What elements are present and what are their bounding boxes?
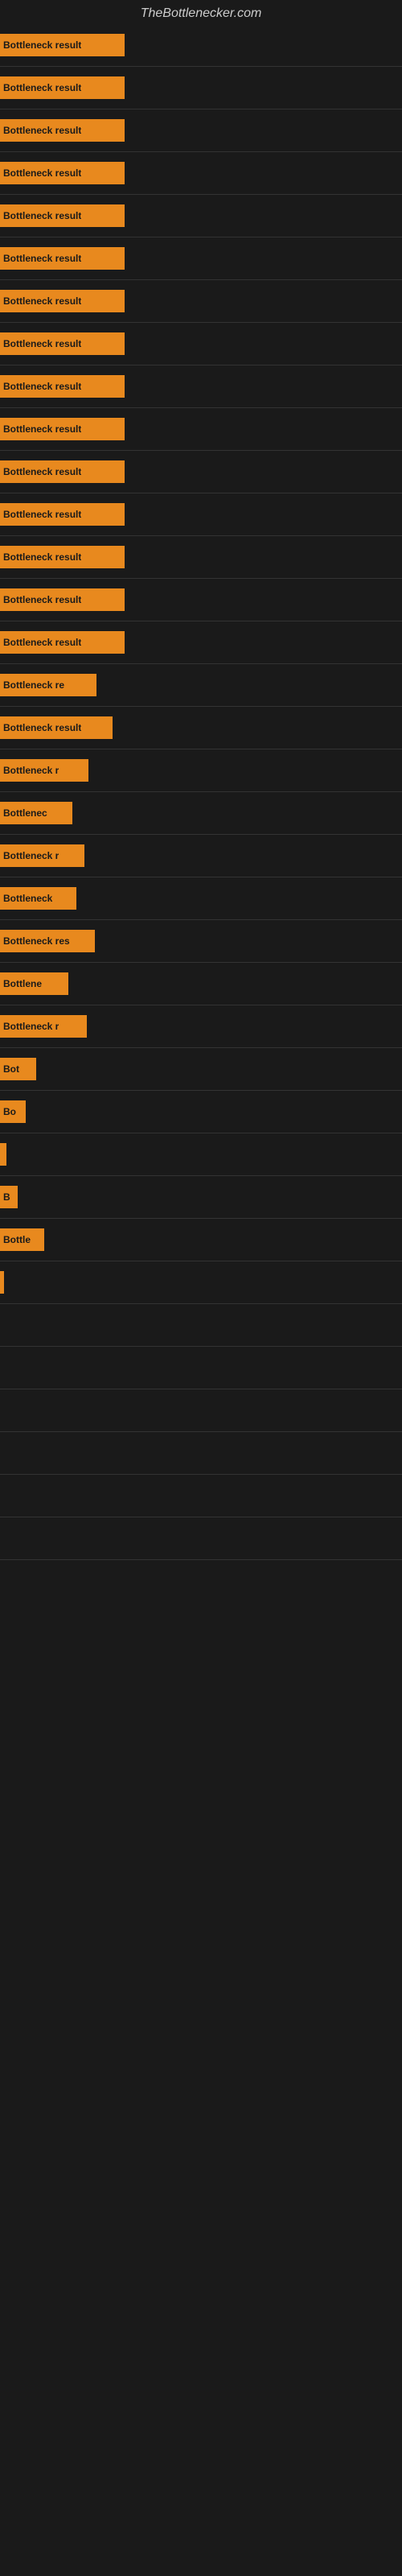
bar-row: Bottleneck res	[0, 920, 402, 962]
bar-row: Bottleneck result	[0, 109, 402, 151]
bottleneck-bar[interactable]: B	[0, 1186, 18, 1208]
bar-row: Bottleneck result	[0, 67, 402, 109]
bottleneck-bar[interactable]: Bo	[0, 1100, 26, 1123]
bar-row: Bottleneck result	[0, 408, 402, 450]
bar-row: Bottleneck result	[0, 451, 402, 493]
bar-label: Bottleneck result	[3, 551, 81, 563]
bar-row: Bottleneck result	[0, 237, 402, 279]
bar-label: Bottleneck result	[3, 381, 81, 392]
bar-label: Bo	[3, 1106, 16, 1117]
bar-label: Bottlenec	[3, 807, 47, 819]
bottleneck-bar[interactable]: Bottleneck result	[0, 34, 125, 56]
bar-row: Bottleneck r	[0, 835, 402, 877]
bar-row	[0, 1389, 402, 1431]
bottleneck-bar[interactable]	[0, 1271, 4, 1294]
bottleneck-bar[interactable]: Bottlenec	[0, 802, 72, 824]
bar-row: Bottleneck r	[0, 1005, 402, 1047]
bar-label: Bottleneck res	[3, 935, 70, 947]
bar-row: Bottleneck result	[0, 195, 402, 237]
bar-row	[0, 1475, 402, 1517]
bar-row: Bot	[0, 1048, 402, 1090]
bar-row: Bottleneck result	[0, 579, 402, 621]
bottleneck-bar[interactable]: Bottleneck result	[0, 375, 125, 398]
bar-row: Bottleneck result	[0, 707, 402, 749]
bottleneck-bar[interactable]: Bot	[0, 1058, 36, 1080]
bottleneck-bar[interactable]: Bottleneck result	[0, 290, 125, 312]
bar-label: Bottleneck result	[3, 423, 81, 435]
bar-label: Bottleneck result	[3, 509, 81, 520]
bar-row: Bottle	[0, 1219, 402, 1261]
bar-label: Bottleneck result	[3, 594, 81, 605]
bottleneck-bar[interactable]: Bottleneck res	[0, 930, 95, 952]
bottleneck-bar[interactable]: Bottleneck	[0, 887, 76, 910]
bottleneck-bar[interactable]: Bottleneck r	[0, 759, 88, 782]
bar-label: Bottlene	[3, 978, 42, 989]
bottleneck-bar[interactable]: Bottlene	[0, 972, 68, 995]
bottleneck-bar[interactable]: Bottleneck result	[0, 247, 125, 270]
bar-label: Bottleneck r	[3, 1021, 59, 1032]
bar-label: Bottleneck result	[3, 82, 81, 93]
bottleneck-bar[interactable]: Bottleneck result	[0, 332, 125, 355]
bars-container: Bottleneck result Bottleneck result Bottle…	[0, 24, 402, 1560]
bar-row	[0, 1347, 402, 1389]
bottleneck-bar[interactable]: Bottleneck r	[0, 1015, 87, 1038]
bottleneck-bar[interactable]: Bottleneck result	[0, 76, 125, 99]
bottleneck-bar[interactable]: Bottleneck result	[0, 162, 125, 184]
bar-label: Bottleneck result	[3, 295, 81, 307]
row-divider	[0, 1559, 402, 1560]
bar-label: Bottleneck result	[3, 39, 81, 51]
bar-row: Bottleneck r	[0, 749, 402, 791]
bottleneck-bar[interactable]: Bottleneck result	[0, 460, 125, 483]
bottleneck-bar[interactable]: Bottleneck r	[0, 844, 84, 867]
bottleneck-bar[interactable]: Bottle	[0, 1228, 44, 1251]
bottleneck-bar[interactable]: Bottleneck result	[0, 119, 125, 142]
bottleneck-bar[interactable]: Bottleneck result	[0, 631, 125, 654]
bar-label: Bottleneck result	[3, 125, 81, 136]
bar-label: Bottle	[3, 1234, 31, 1245]
bar-label: Bottleneck result	[3, 722, 81, 733]
bar-row: Bo	[0, 1091, 402, 1133]
bar-row: Bottleneck result	[0, 280, 402, 322]
bar-label: Bottleneck r	[3, 850, 59, 861]
bar-label: Bottleneck	[3, 893, 52, 904]
bar-row: Bottleneck result	[0, 323, 402, 365]
site-title: TheBottlenecker.com	[0, 0, 402, 24]
bar-label: B	[3, 1191, 10, 1203]
bar-row: Bottleneck result	[0, 365, 402, 407]
bar-label: Bottleneck re	[3, 679, 64, 691]
bar-label: Bottleneck result	[3, 466, 81, 477]
bottleneck-bar[interactable]	[0, 1143, 6, 1166]
bar-row: Bottleneck result	[0, 621, 402, 663]
bar-row	[0, 1261, 402, 1303]
bar-label: Bot	[3, 1063, 19, 1075]
bottleneck-bar[interactable]: Bottleneck result	[0, 716, 113, 739]
bar-row: B	[0, 1176, 402, 1218]
bar-row	[0, 1133, 402, 1175]
bottleneck-bar[interactable]: Bottleneck result	[0, 503, 125, 526]
bar-row: Bottleneck re	[0, 664, 402, 706]
bar-label: Bottleneck result	[3, 253, 81, 264]
bottleneck-bar[interactable]: Bottleneck result	[0, 418, 125, 440]
bar-row: Bottleneck result	[0, 536, 402, 578]
bar-row: Bottleneck	[0, 877, 402, 919]
bar-row	[0, 1432, 402, 1474]
bottleneck-bar[interactable]: Bottleneck result	[0, 204, 125, 227]
bar-row: Bottleneck result	[0, 24, 402, 66]
bottleneck-bar[interactable]: Bottleneck re	[0, 674, 96, 696]
bottleneck-bar[interactable]: Bottleneck result	[0, 546, 125, 568]
bar-label: Bottleneck r	[3, 765, 59, 776]
bar-row: Bottlenec	[0, 792, 402, 834]
bar-row	[0, 1517, 402, 1559]
bar-label: Bottleneck result	[3, 637, 81, 648]
bar-row: Bottleneck result	[0, 493, 402, 535]
bar-label: Bottleneck result	[3, 210, 81, 221]
bottleneck-bar[interactable]: Bottleneck result	[0, 588, 125, 611]
bar-label: Bottleneck result	[3, 167, 81, 179]
bar-label: Bottleneck result	[3, 338, 81, 349]
bar-row	[0, 1304, 402, 1346]
bar-row: Bottlene	[0, 963, 402, 1005]
bar-row: Bottleneck result	[0, 152, 402, 194]
